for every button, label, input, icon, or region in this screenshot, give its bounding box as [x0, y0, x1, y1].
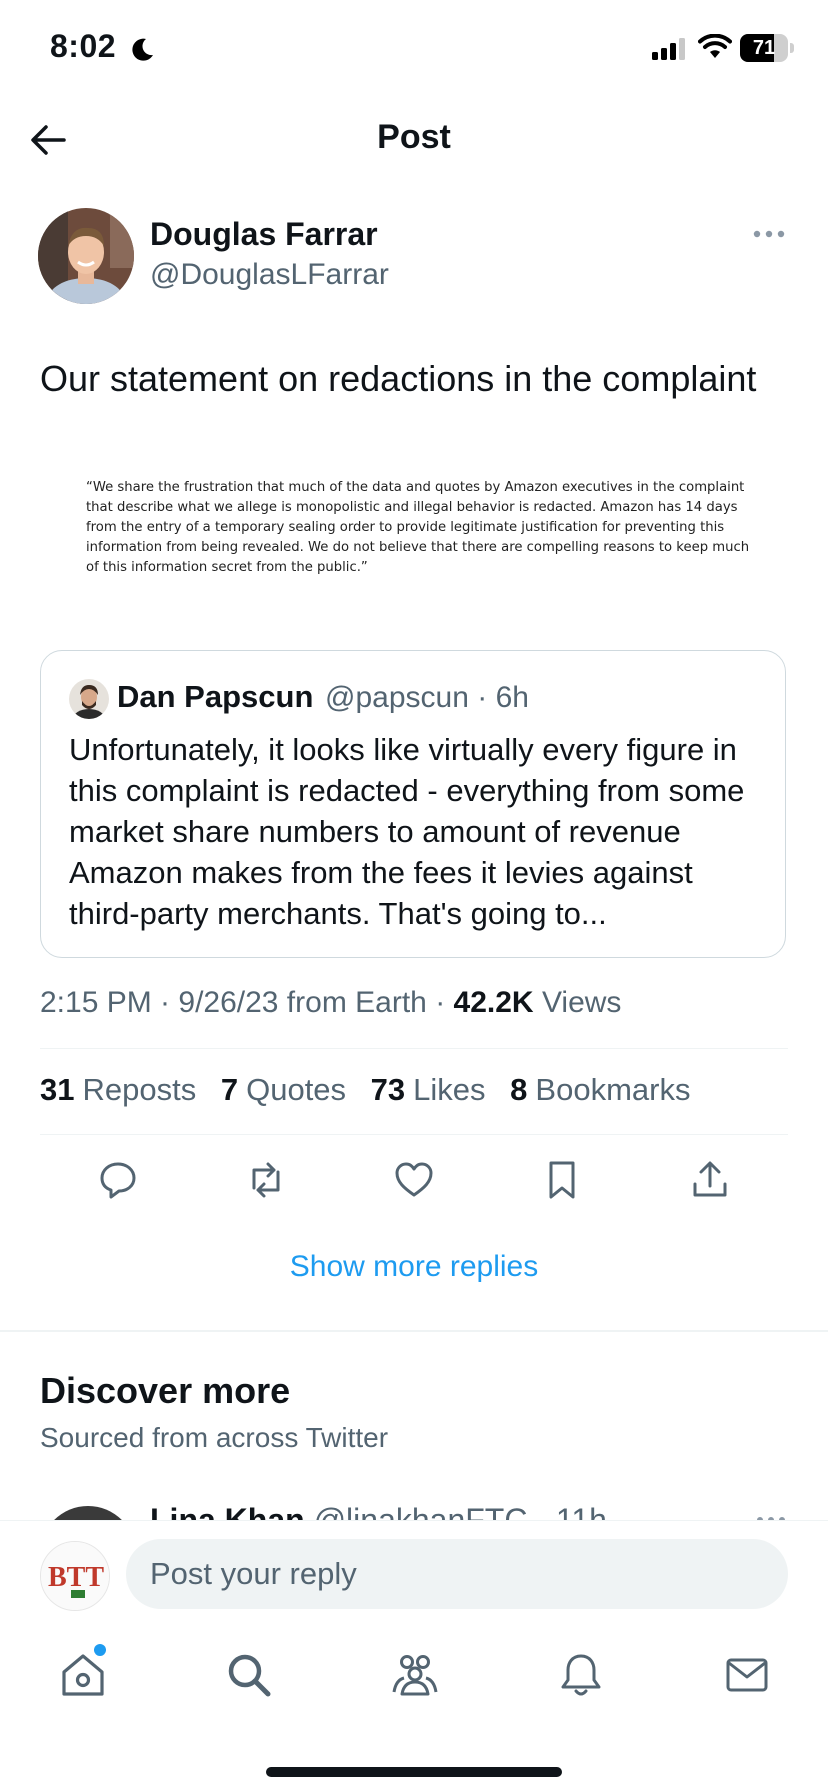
- bookmark-icon[interactable]: [540, 1158, 584, 1202]
- likes-stat[interactable]: 73 Likes: [371, 1072, 486, 1107]
- post-text: Our statement on redactions in the compl…: [40, 358, 757, 399]
- more-options-icon[interactable]: [752, 226, 786, 242]
- home-notification-dot: [94, 1644, 106, 1656]
- views-label: Views: [541, 986, 622, 1019]
- search-icon[interactable]: [224, 1650, 274, 1700]
- avatar-text: BTT: [48, 1562, 104, 1593]
- repost-icon[interactable]: [244, 1158, 288, 1202]
- discover-subtitle: Sourced from across Twitter: [40, 1422, 389, 1453]
- page-title: Post: [377, 118, 451, 156]
- discover-author-meta: @linakhanFTC · 11h: [313, 1502, 607, 1520]
- battery-percent: 71: [752, 37, 776, 59]
- author-name[interactable]: Douglas Farrar: [150, 216, 378, 253]
- like-icon[interactable]: [392, 1158, 436, 1202]
- discover-author: Lina Khan @linakhanFTC · 11h: [150, 1502, 607, 1520]
- author-avatar[interactable]: [38, 208, 134, 304]
- discover-author-avatar: [40, 1506, 136, 1520]
- wifi-icon: [698, 34, 732, 58]
- quoted-post-card[interactable]: Dan Papscun @papscun · 6h Unfortunately,…: [40, 650, 786, 958]
- show-more-replies-link[interactable]: Show more replies: [0, 1250, 828, 1284]
- quoted-post-text: Unfortunately, it looks like virtually e…: [69, 732, 745, 931]
- quotes-stat[interactable]: 7 Quotes: [221, 1072, 346, 1107]
- quoted-author-avatar: [69, 679, 109, 719]
- reply-input[interactable]: [126, 1539, 788, 1609]
- moon-icon: [132, 38, 153, 61]
- reposts-stat[interactable]: 31 Reposts: [40, 1072, 196, 1107]
- home-icon[interactable]: [58, 1650, 108, 1700]
- quoted-post-time: 6h: [495, 681, 529, 714]
- post-timestamp: 2:15 PM · 9/26/23 from Earth: [40, 986, 427, 1019]
- quoted-author-handle: @papscun: [325, 681, 469, 714]
- messages-icon[interactable]: [722, 1650, 772, 1700]
- post-stats: 31 Reposts 7 Quotes 73 Likes 8 Bookmarks: [40, 1072, 706, 1108]
- home-indicator[interactable]: [266, 1767, 562, 1777]
- discover-author-name: Lina Khan: [150, 1502, 305, 1520]
- bookmarks-stat[interactable]: 8 Bookmarks: [510, 1072, 690, 1107]
- notifications-icon[interactable]: [556, 1650, 606, 1700]
- discover-title: Discover more: [40, 1370, 291, 1411]
- quoted-author-name: Dan Papscun: [117, 679, 314, 714]
- battery-indicator: 71: [740, 34, 794, 62]
- reply-icon[interactable]: [96, 1158, 140, 1202]
- signal-icon: [652, 38, 685, 60]
- quoted-author-meta: @papscun · 6h: [325, 681, 529, 714]
- status-time: 8:02: [50, 28, 117, 64]
- my-avatar[interactable]: BTT: [40, 1541, 110, 1611]
- author-handle[interactable]: @DouglasLFarrar: [150, 258, 389, 292]
- reply-bar: BTT: [0, 1520, 828, 1625]
- statement-image[interactable]: “We share the frustration that much of t…: [86, 478, 756, 578]
- divider: [40, 1134, 788, 1135]
- communities-icon[interactable]: [390, 1650, 440, 1700]
- divider: [40, 1048, 788, 1049]
- discover-post-peek[interactable]: Lina Khan @linakhanFTC · 11h: [0, 1500, 828, 1520]
- section-divider: [0, 1330, 828, 1332]
- post-timestamp-views: 2:15 PM · 9/26/23 from Earth · 42.2K Vie…: [40, 986, 622, 1019]
- views-count: 42.2K: [453, 986, 534, 1019]
- share-icon[interactable]: [688, 1158, 732, 1202]
